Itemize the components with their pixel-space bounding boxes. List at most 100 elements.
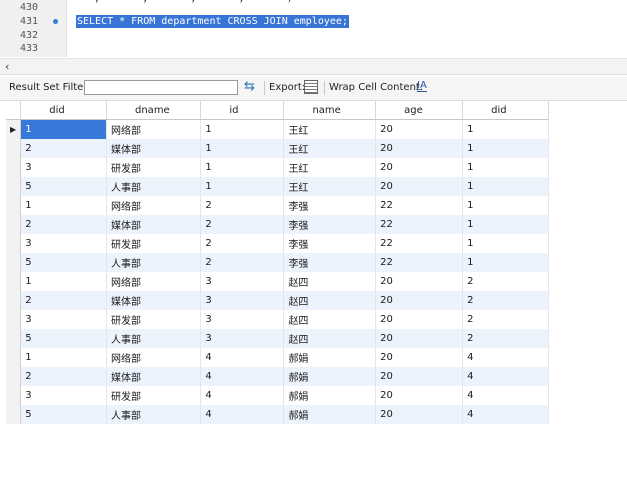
row-header[interactable] xyxy=(6,253,22,272)
grid-cell[interactable]: 赵四 xyxy=(283,329,377,348)
grid-cell[interactable]: 研发部 xyxy=(106,310,202,329)
grid-cell[interactable]: 1 xyxy=(20,272,107,291)
grid-cell[interactable]: 1 xyxy=(200,119,285,139)
grid-cell[interactable]: 人事部 xyxy=(106,253,202,272)
grid-cell[interactable]: 2 xyxy=(200,234,285,253)
table-row[interactable]: 5 人事部 1 王红 20 1 xyxy=(6,177,549,196)
grid-cell[interactable]: 1 xyxy=(200,158,285,177)
column-header-dname[interactable]: dname xyxy=(106,101,202,120)
grid-cell[interactable]: 20 xyxy=(375,329,464,348)
grid-cell[interactable]: 1 xyxy=(20,348,107,367)
wrap-cell-icon[interactable]: I̲A xyxy=(417,80,427,92)
column-header-did-2[interactable]: did xyxy=(462,101,549,120)
grid-cell[interactable]: 网络部 xyxy=(106,196,202,215)
table-row[interactable]: 2 媒体部 3 赵四 20 2 xyxy=(6,291,549,310)
grid-cell[interactable]: 20 xyxy=(375,405,464,424)
column-header-age[interactable]: age xyxy=(375,101,464,120)
grid-cell[interactable]: 20 xyxy=(375,119,464,139)
grid-cell[interactable]: 1 xyxy=(462,139,549,158)
table-row[interactable]: 2 媒体部 1 王红 20 1 xyxy=(6,139,549,158)
grid-cell[interactable]: 研发部 xyxy=(106,386,202,405)
grid-cell[interactable]: 2 xyxy=(462,272,549,291)
grid-cell[interactable]: 李强 xyxy=(283,253,377,272)
editor-horizontal-scrollbar[interactable]: ‹ xyxy=(0,58,627,75)
grid-cell[interactable]: 4 xyxy=(200,405,285,424)
grid-cell[interactable]: 郝娟 xyxy=(283,367,377,386)
table-row[interactable]: 3 研发部 4 郝娟 20 4 xyxy=(6,386,549,405)
grid-cell[interactable]: 媒体部 xyxy=(106,367,202,386)
grid-cell[interactable]: 1 xyxy=(462,158,549,177)
grid-cell[interactable]: 1 xyxy=(20,196,107,215)
row-header[interactable] xyxy=(6,367,22,386)
grid-cell[interactable]: 4 xyxy=(462,367,549,386)
grid-cell[interactable]: 2 xyxy=(200,253,285,272)
table-row[interactable]: 3 研发部 3 赵四 20 2 xyxy=(6,310,549,329)
grid-cell[interactable]: 22 xyxy=(375,253,464,272)
grid-cell[interactable]: 郝娟 xyxy=(283,348,377,367)
sql-editor[interactable]: 430 431 432 433 ', ' ', ' ', ' ', ') SEL… xyxy=(0,0,627,57)
grid-cell[interactable]: 1 xyxy=(20,119,107,139)
table-row[interactable]: 3 研发部 1 王红 20 1 xyxy=(6,158,549,177)
grid-cell[interactable]: 王红 xyxy=(283,158,377,177)
grid-cell[interactable]: 3 xyxy=(20,310,107,329)
grid-cell[interactable]: 4 xyxy=(200,367,285,386)
grid-cell[interactable]: 5 xyxy=(20,329,107,348)
grid-cell[interactable]: 研发部 xyxy=(106,234,202,253)
grid-cell[interactable]: 1 xyxy=(462,253,549,272)
grid-cell[interactable]: 研发部 xyxy=(106,158,202,177)
grid-cell[interactable]: 李强 xyxy=(283,196,377,215)
grid-cell[interactable]: 2 xyxy=(462,291,549,310)
table-row[interactable]: 1 网络部 2 李强 22 1 xyxy=(6,196,549,215)
grid-cell[interactable]: 20 xyxy=(375,272,464,291)
table-row[interactable]: 1 网络部 3 赵四 20 2 xyxy=(6,272,549,291)
grid-cell[interactable]: 网络部 xyxy=(106,348,202,367)
grid-cell[interactable]: 2 xyxy=(20,291,107,310)
grid-cell[interactable]: 人事部 xyxy=(106,329,202,348)
grid-cell[interactable]: 王红 xyxy=(283,119,377,139)
grid-cell[interactable]: 22 xyxy=(375,215,464,234)
table-row[interactable]: ▶ 1 网络部 1 王红 20 1 xyxy=(6,119,549,139)
grid-cell[interactable]: 人事部 xyxy=(106,177,202,196)
refresh-icon[interactable]: ⇆ xyxy=(244,80,258,94)
scroll-left-icon[interactable]: ‹ xyxy=(5,60,9,73)
grid-cell[interactable]: 3 xyxy=(200,329,285,348)
table-row[interactable]: 5 人事部 4 郝娟 20 4 xyxy=(6,405,549,424)
row-header[interactable] xyxy=(6,196,22,215)
grid-cell[interactable]: 1 xyxy=(462,119,549,139)
row-header[interactable] xyxy=(6,329,22,348)
row-header[interactable] xyxy=(6,386,22,405)
grid-cell[interactable]: 郝娟 xyxy=(283,386,377,405)
row-header[interactable] xyxy=(6,177,22,196)
grid-cell[interactable]: 5 xyxy=(20,405,107,424)
table-row[interactable]: 5 人事部 3 赵四 20 2 xyxy=(6,329,549,348)
row-header[interactable] xyxy=(6,348,22,367)
grid-cell[interactable]: 王红 xyxy=(283,139,377,158)
grid-cell[interactable]: 2 xyxy=(200,215,285,234)
grid-cell[interactable]: 20 xyxy=(375,139,464,158)
grid-cell[interactable]: 2 xyxy=(462,329,549,348)
row-header[interactable] xyxy=(6,215,22,234)
grid-cell[interactable]: 3 xyxy=(200,310,285,329)
row-header[interactable] xyxy=(6,158,22,177)
column-header-did[interactable]: did xyxy=(20,101,107,120)
grid-cell[interactable]: 2 xyxy=(20,215,107,234)
grid-cell[interactable]: 20 xyxy=(375,158,464,177)
grid-cell[interactable]: 赵四 xyxy=(283,291,377,310)
row-header[interactable]: ▶ xyxy=(6,119,22,139)
row-header[interactable] xyxy=(6,139,22,158)
grid-cell[interactable]: 4 xyxy=(200,348,285,367)
grid-cell[interactable]: 2 xyxy=(462,310,549,329)
grid-cell[interactable]: 22 xyxy=(375,196,464,215)
grid-cell[interactable]: 4 xyxy=(462,386,549,405)
grid-cell[interactable]: 媒体部 xyxy=(106,215,202,234)
grid-cell[interactable]: 20 xyxy=(375,310,464,329)
grid-cell[interactable]: 1 xyxy=(462,215,549,234)
grid-cell[interactable]: 媒体部 xyxy=(106,139,202,158)
grid-cell[interactable]: 5 xyxy=(20,253,107,272)
code-line-selected[interactable]: SELECT * FROM department CROSS JOIN empl… xyxy=(76,15,349,28)
grid-cell[interactable]: 4 xyxy=(462,405,549,424)
grid-cell[interactable]: 李强 xyxy=(283,215,377,234)
grid-cell[interactable]: 4 xyxy=(200,386,285,405)
grid-cell[interactable]: 2 xyxy=(20,367,107,386)
grid-cell[interactable]: 1 xyxy=(462,177,549,196)
